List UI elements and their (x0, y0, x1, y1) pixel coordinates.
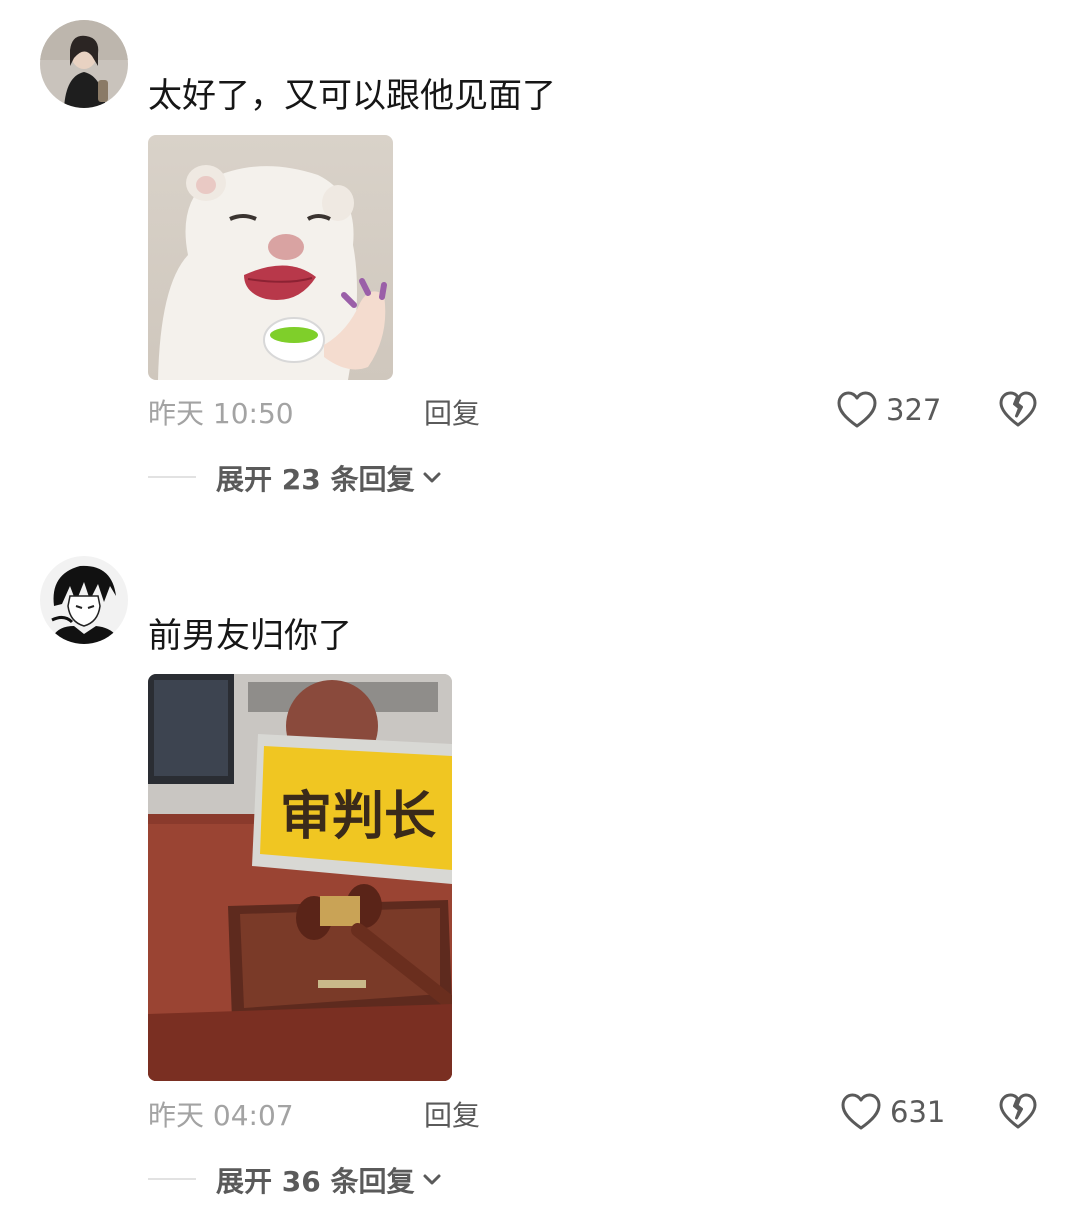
nameplate-text: 审判长 (280, 786, 436, 847)
dislike-button[interactable] (998, 390, 1038, 434)
like-button[interactable]: 631 (840, 1092, 945, 1132)
dislike-button[interactable] (998, 1092, 1038, 1136)
reply-button[interactable]: 回复 (424, 1094, 480, 1134)
broken-heart-icon (999, 1093, 1037, 1129)
comment-time: 昨天 04:07 (148, 1099, 294, 1132)
comment-image[interactable]: 审判长 (148, 674, 452, 1081)
heart-outline-icon (841, 1093, 881, 1130)
like-count: 327 (886, 393, 942, 427)
avatar[interactable] (40, 556, 128, 644)
like-button[interactable]: 327 (836, 390, 941, 430)
expand-divider (148, 476, 196, 478)
broken-heart-icon (999, 391, 1037, 427)
comment-item: 太好了，又可以跟他见面了 昨天 10:50 回复 327 展开 23 条回复 (0, 0, 1080, 540)
comment-time: 昨天 10:50 (148, 397, 294, 430)
comment-item: 前男友归你了 审判长 昨天 04:07 回复 631 展开 36 条回复 (0, 540, 1080, 1206)
comment-text: 太好了，又可以跟他见面了 (148, 76, 556, 116)
chevron-down-icon (423, 1174, 441, 1185)
chevron-down-icon (423, 472, 441, 483)
expand-replies-label: 展开 36 条回复 (216, 1165, 415, 1198)
comment-text: 前男友归你了 (148, 616, 352, 656)
heart-outline-icon (837, 391, 877, 428)
expand-divider (148, 1178, 196, 1180)
expand-replies-button[interactable]: 展开 36 条回复 (216, 1160, 442, 1200)
avatar[interactable] (40, 20, 128, 108)
like-count: 631 (890, 1095, 946, 1129)
reply-button[interactable]: 回复 (424, 392, 480, 432)
expand-replies-label: 展开 23 条回复 (216, 463, 415, 496)
expand-replies-button[interactable]: 展开 23 条回复 (216, 458, 442, 498)
comment-image[interactable] (148, 135, 393, 380)
